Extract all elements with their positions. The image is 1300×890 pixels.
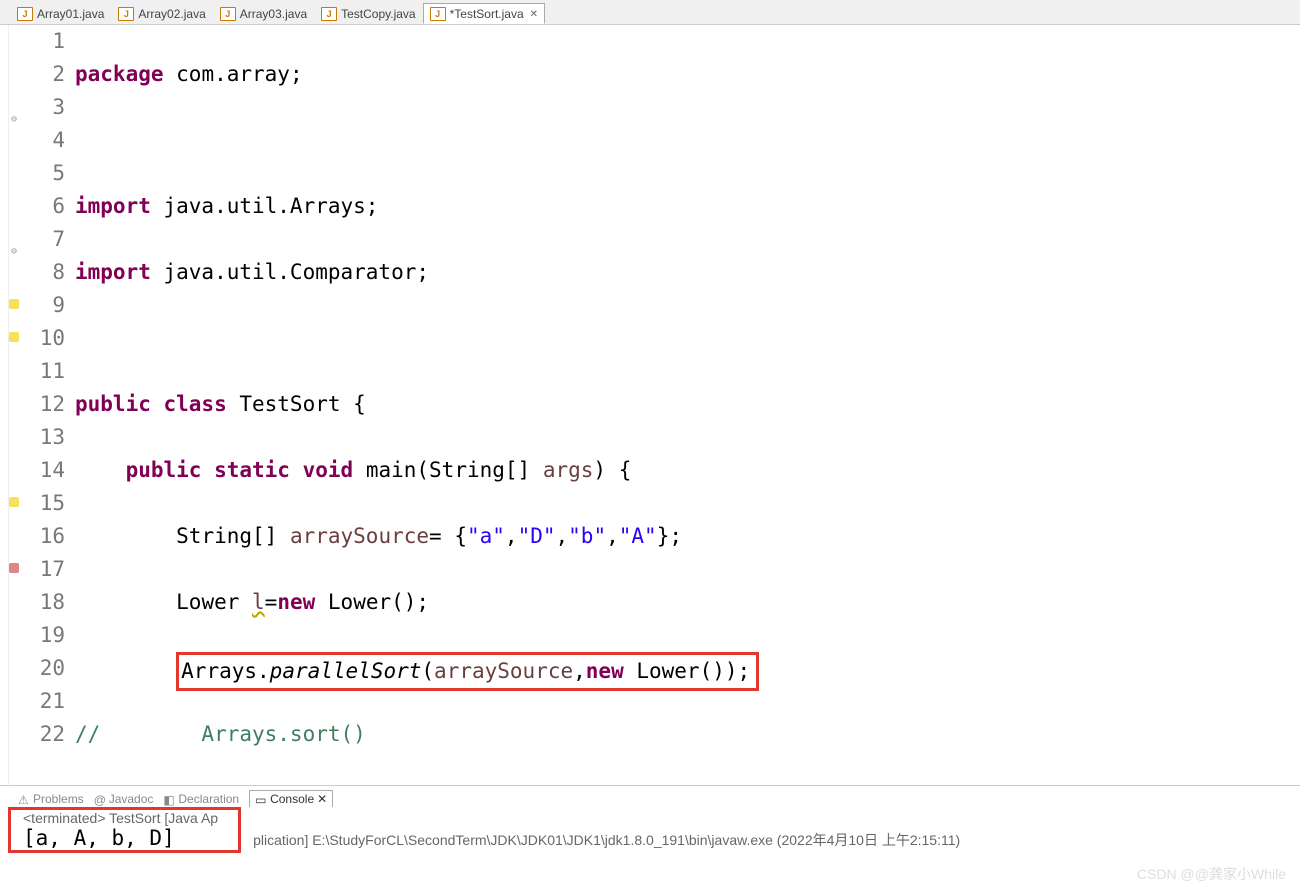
tab-testcopy[interactable]: JTestCopy.java — [314, 3, 422, 24]
watermark: CSDN @@龚家小While — [1137, 864, 1286, 884]
console-output: [a, A, b, D] — [11, 824, 187, 856]
fold-icon[interactable]: ⊖ — [7, 235, 17, 245]
warning-icon — [9, 497, 19, 507]
java-file-icon: J — [220, 7, 236, 21]
close-icon[interactable]: ✕ — [317, 792, 327, 806]
bottom-tabs: ⚠Problems @Javadoc ◧Declaration ▭Console… — [0, 785, 1300, 807]
declaration-icon: ◧ — [163, 793, 175, 805]
java-file-icon: J — [17, 7, 33, 21]
javadoc-icon: @ — [94, 793, 106, 805]
highlight-box: Arrays.parallelSort(arraySource,new Lowe… — [176, 652, 759, 691]
editor-margin — [0, 25, 9, 785]
tab-problems[interactable]: ⚠Problems — [18, 790, 84, 807]
override-icon — [9, 563, 19, 573]
tab-declaration[interactable]: ◧Declaration — [163, 790, 239, 807]
problems-icon: ⚠ — [18, 793, 30, 805]
fold-icon[interactable]: ⊖ — [7, 103, 17, 113]
highlight-box-console: <terminated> TestSort [Java Ap [a, A, b,… — [8, 807, 241, 853]
tab-array02[interactable]: JArray02.java — [111, 3, 212, 24]
warning-icon — [9, 332, 19, 342]
java-file-icon: J — [321, 7, 337, 21]
console-panel: <terminated> TestSort [Java Ap [a, A, b,… — [0, 807, 1300, 853]
console-icon: ▭ — [255, 793, 267, 805]
close-icon[interactable]: ✕ — [530, 9, 538, 20]
file-tabs: JArray01.java JArray02.java JArray03.jav… — [0, 0, 1300, 25]
warning-icon — [9, 299, 19, 309]
tab-array01[interactable]: JArray01.java — [10, 3, 111, 24]
java-file-icon: J — [430, 7, 446, 21]
tab-javadoc[interactable]: @Javadoc — [94, 790, 154, 807]
java-file-icon: J — [118, 7, 134, 21]
tab-testsort[interactable]: J*TestSort.java✕ — [423, 3, 545, 24]
line-gutter: 1 2 ⊖3 4 5 6 ⊖7 8 9 10 11 12 13 14 15 16… — [9, 25, 71, 785]
console-header-tail: plication] E:\StudyForCL\SecondTerm\JDK\… — [241, 828, 972, 850]
code-area[interactable]: package com.array; import java.util.Arra… — [71, 25, 1300, 785]
code-editor[interactable]: 1 2 ⊖3 4 5 6 ⊖7 8 9 10 11 12 13 14 15 16… — [0, 25, 1300, 785]
tab-console[interactable]: ▭Console ✕ — [249, 790, 333, 807]
tab-array03[interactable]: JArray03.java — [213, 3, 314, 24]
